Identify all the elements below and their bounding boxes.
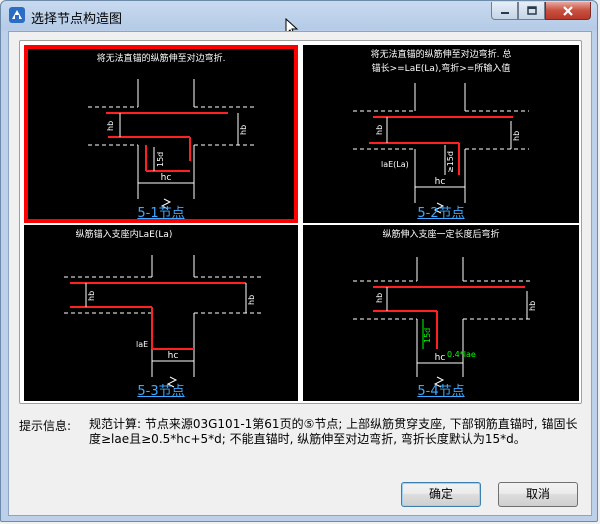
app-icon — [9, 7, 25, 23]
svg-text:laE: laE — [136, 340, 148, 349]
close-icon — [563, 5, 573, 16]
dialog-window: 选择节点构造图 将无法直锚的纵筋伸至对边弯折. hb hb 15d hc 5-1… — [0, 0, 598, 522]
svg-text:hc: hc — [168, 351, 179, 361]
minimize-button[interactable] — [491, 2, 518, 20]
svg-text:hc: hc — [435, 177, 446, 187]
svg-text:hc: hc — [161, 173, 172, 183]
svg-text:laE(La): laE(La) — [381, 160, 409, 169]
hint-label: 提示信息: — [19, 419, 72, 433]
node-5-1-drawing: 将无法直锚的纵筋伸至对边弯折. hb hb 15d hc — [88, 52, 254, 210]
minimize-icon — [500, 11, 509, 14]
dialog-client-area: 将无法直锚的纵筋伸至对边弯折. hb hb 15d hc 5-1节点 将无法直锚… — [8, 31, 592, 516]
svg-text:hb: hb — [375, 293, 384, 303]
svg-text:15d: 15d — [423, 328, 432, 343]
node-5-3-caption[interactable]: 5-3节点 — [24, 380, 298, 399]
svg-text:hb: hb — [239, 125, 248, 135]
window-title: 选择节点构造图 — [31, 12, 123, 27]
ok-button[interactable]: 确定 — [401, 482, 481, 507]
node-5-3-drawing: 纵筋锚入支座内LaE(La) hb hb laE hc — [64, 228, 264, 388]
svg-text:≥15d: ≥15d — [446, 151, 455, 173]
node-5-4-caption[interactable]: 5-4节点 — [303, 380, 579, 399]
svg-text:hb: hb — [375, 125, 384, 135]
close-button[interactable] — [545, 2, 591, 20]
cancel-button[interactable]: 取消 — [498, 482, 578, 507]
svg-text:hb: hb — [106, 121, 115, 131]
node-option-5-1[interactable]: 将无法直锚的纵筋伸至对边弯折. hb hb 15d hc 5-1节点 — [24, 45, 298, 223]
node-5-4-drawing: 纵筋伸入支座一定长度后弯折 hb hb 15d 0.4*lae hc — [353, 228, 537, 388]
node-options-group: 将无法直锚的纵筋伸至对边弯折. hb hb 15d hc 5-1节点 将无法直锚… — [19, 40, 582, 404]
svg-text:hb: hb — [87, 291, 96, 301]
node-5-2-drawing: 将无法直锚的纵筋伸至对边弯折. 总 锚长>=LaE(La),弯折>=所输入值 h… — [353, 48, 529, 214]
svg-text:hb: hb — [512, 131, 521, 141]
title-bar[interactable]: 选择节点构造图 — [1, 1, 597, 38]
svg-text:hc: hc — [435, 353, 446, 363]
node-5-2-caption[interactable]: 5-2节点 — [303, 202, 579, 221]
node-option-5-2[interactable]: 将无法直锚的纵筋伸至对边弯折. 总 锚长>=LaE(La),弯折>=所输入值 h… — [303, 45, 579, 223]
node-5-1-description: 将无法直锚的纵筋伸至对边弯折. — [97, 52, 226, 64]
svg-text:15d: 15d — [156, 152, 165, 167]
svg-text:锚长>=LaE(La),弯折>=所输入值: 锚长>=LaE(La),弯折>=所输入值 — [372, 62, 511, 74]
node-5-1-caption[interactable]: 5-1节点 — [28, 202, 294, 219]
node-5-2-description: 将无法直锚的纵筋伸至对边弯折. 总 — [371, 48, 512, 60]
maximize-icon — [526, 6, 537, 15]
node-5-4-description: 纵筋伸入支座一定长度后弯折 — [382, 228, 499, 240]
hint-text: 规范计算: 节点来源03G101-1第61页的⑤节点; 上部纵筋贯穿支座, 下部… — [89, 417, 578, 446]
svg-text:0.4*lae: 0.4*lae — [447, 350, 476, 359]
node-5-3-description: 纵筋锚入支座内LaE(La) — [76, 228, 173, 240]
node-option-5-4[interactable]: 纵筋伸入支座一定长度后弯折 hb hb 15d 0.4*lae hc 5-4节点 — [303, 225, 579, 401]
maximize-button[interactable] — [518, 2, 545, 20]
svg-text:hb: hb — [247, 295, 256, 305]
node-option-5-3[interactable]: 纵筋锚入支座内LaE(La) hb hb laE hc 5-3节点 — [24, 225, 298, 401]
svg-text:hb: hb — [528, 301, 537, 311]
